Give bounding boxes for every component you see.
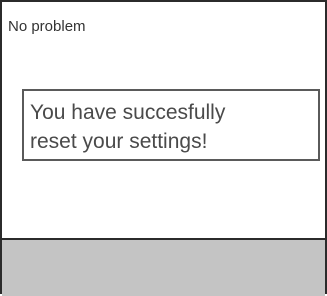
- dialog-title: No problem: [8, 18, 86, 35]
- reset-confirmation-dialog: No problem You have succesfully reset yo…: [0, 0, 327, 296]
- message-box: You have succesfully reset your settings…: [22, 89, 320, 161]
- dialog-footer-bar: [2, 238, 325, 296]
- message-line-1: You have succesfully: [30, 101, 226, 124]
- message-line-2: reset your settings!: [30, 130, 208, 153]
